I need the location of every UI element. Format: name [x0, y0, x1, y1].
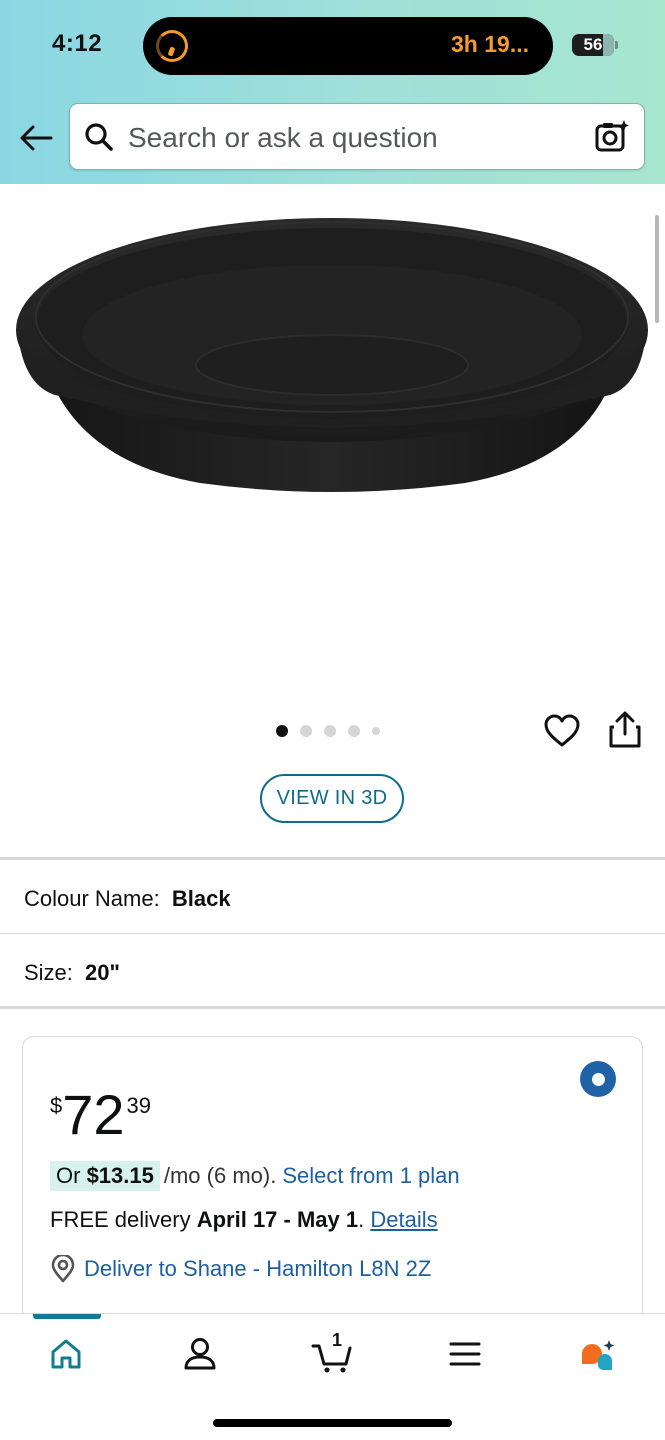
- price-fraction: 39: [126, 1093, 152, 1118]
- purchase-option-radio[interactable]: [580, 1061, 616, 1097]
- size-label: Size:: [24, 960, 73, 985]
- monthly-amount: $13.15: [86, 1163, 154, 1188]
- scrollbar[interactable]: [655, 215, 659, 323]
- home-indicator: [213, 1419, 452, 1427]
- deliver-to-link[interactable]: Deliver to Shane - Hamilton L8N 2Z: [50, 1255, 431, 1283]
- colour-name-row[interactable]: Colour Name: Black: [24, 886, 231, 912]
- share-icon[interactable]: [606, 710, 644, 750]
- delivery-info: FREE delivery April 17 - May 1. Details: [50, 1207, 438, 1233]
- select-plan-link[interactable]: Select from 1 plan: [282, 1163, 459, 1189]
- cart-count: 1: [332, 1330, 343, 1350]
- battery-fill: [603, 34, 614, 56]
- size-value: 20": [85, 960, 120, 985]
- price-symbol: $: [50, 1093, 63, 1118]
- dynamic-island[interactable]: 3h 19...: [143, 17, 553, 75]
- back-button[interactable]: [16, 118, 56, 158]
- menu-icon[interactable]: [443, 1332, 487, 1376]
- price-whole: 72: [62, 1083, 125, 1146]
- battery-icon: 56: [572, 34, 614, 56]
- image-carousel-dots[interactable]: [276, 724, 380, 738]
- search-input[interactable]: Search or ask a question: [128, 122, 438, 154]
- delivery-sep: .: [358, 1207, 365, 1232]
- monthly-payment: Or $13.15 /mo (6 mo). Select from 1 plan: [50, 1161, 460, 1191]
- radio-dot: [591, 1072, 605, 1086]
- active-tab-indicator: [33, 1314, 101, 1319]
- status-time: 4:12: [52, 30, 103, 57]
- back-arrow-icon: [20, 125, 53, 151]
- delivery-dates: April 17 - May 1: [196, 1207, 359, 1232]
- carousel-dot[interactable]: [276, 725, 288, 737]
- location-pin-icon: [51, 1255, 75, 1283]
- carousel-dot[interactable]: [372, 727, 380, 735]
- delivery-details-link[interactable]: Details: [370, 1207, 437, 1232]
- divider: [0, 933, 665, 934]
- account-icon[interactable]: [178, 1332, 222, 1376]
- carousel-dot[interactable]: [348, 725, 360, 737]
- price: $ 72 39: [50, 1087, 151, 1143]
- product-image[interactable]: [0, 205, 665, 505]
- search-bar[interactable]: Search or ask a question: [69, 103, 645, 170]
- deliver-to-text: Deliver to Shane - Hamilton L8N 2Z: [84, 1256, 432, 1281]
- buy-box-card[interactable]: $ 72 39 Or $13.15 /mo (6 mo). Select fro…: [22, 1036, 643, 1336]
- view-in-3d-button[interactable]: VIEW IN 3D: [260, 774, 404, 823]
- colour-name-value: Black: [171, 886, 231, 911]
- heart-icon[interactable]: [543, 712, 581, 750]
- camera-icon[interactable]: [594, 118, 630, 154]
- size-row[interactable]: Size: 20": [24, 960, 120, 986]
- battery-tip: [615, 41, 618, 49]
- carousel-dot[interactable]: [324, 725, 336, 737]
- divider: [0, 1006, 665, 1009]
- timer-ring-icon: [156, 30, 188, 62]
- activity-timer: 3h 19...: [451, 31, 529, 57]
- cart-button[interactable]: 1: [310, 1330, 354, 1376]
- colour-name-label: Colour Name:: [24, 886, 160, 911]
- monthly-prefix: Or: [56, 1163, 87, 1188]
- search-icon: [85, 123, 113, 151]
- assistant-icon[interactable]: [576, 1332, 620, 1376]
- monthly-suffix: /mo (6 mo).: [163, 1163, 277, 1188]
- monthly-badge: Or $13.15: [50, 1161, 160, 1191]
- delivery-prefix: FREE delivery: [50, 1207, 197, 1232]
- carousel-dot[interactable]: [300, 725, 312, 737]
- divider: [0, 857, 665, 860]
- home-icon[interactable]: [44, 1332, 88, 1376]
- battery-level: 56: [583, 35, 603, 54]
